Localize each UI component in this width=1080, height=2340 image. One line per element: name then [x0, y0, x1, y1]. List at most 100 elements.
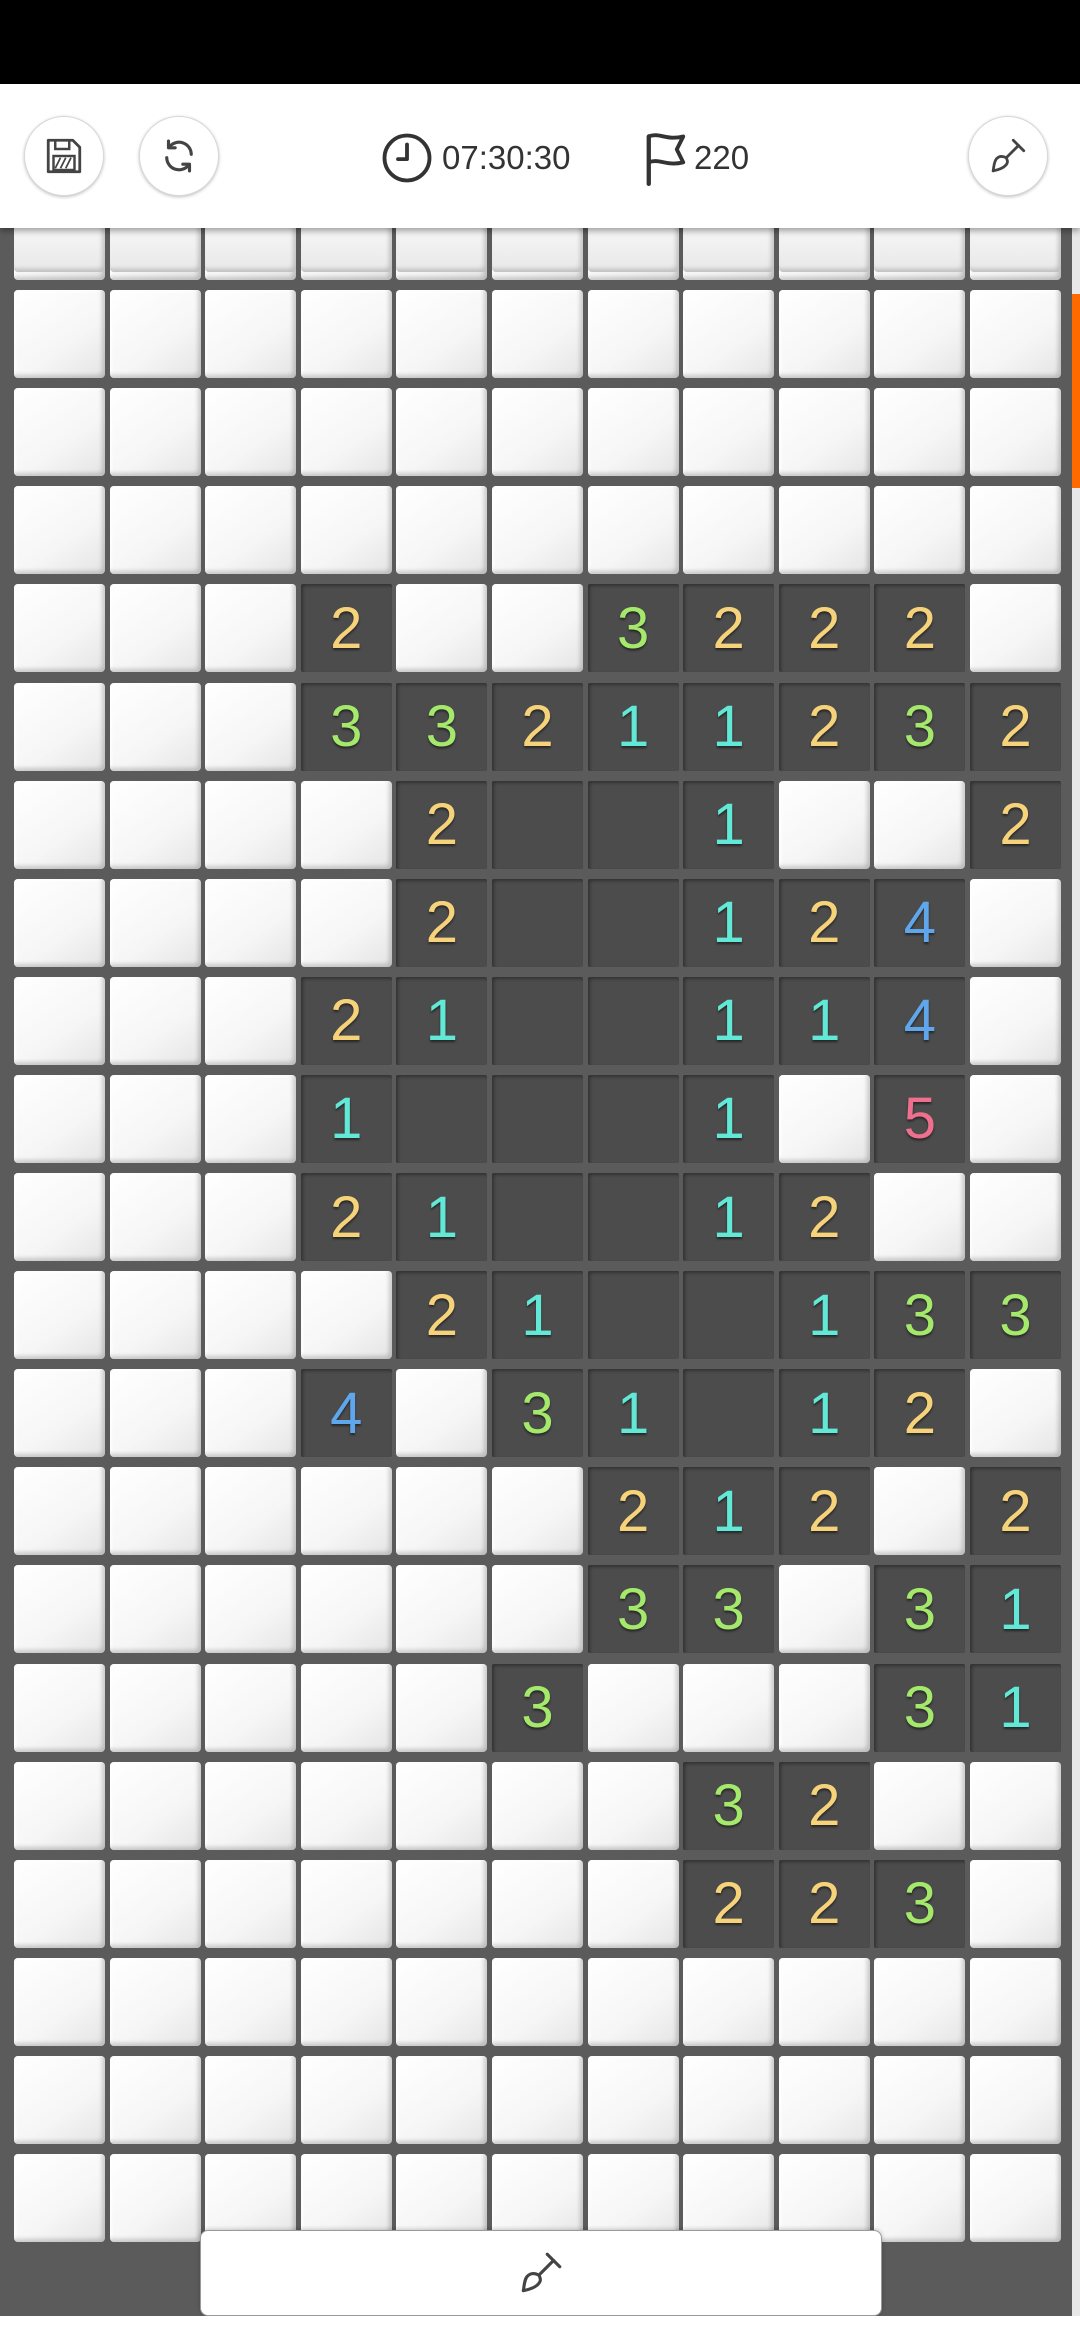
hidden-cell[interactable]	[300, 780, 392, 869]
board-cell[interactable]	[396, 228, 488, 272]
number-cell[interactable]: 1	[587, 1369, 679, 1458]
number-cell[interactable]: 3	[587, 1565, 679, 1654]
number-cell[interactable]: 5	[874, 1074, 966, 1163]
board-cell[interactable]	[109, 228, 201, 272]
hidden-cell[interactable]	[205, 682, 297, 771]
hidden-cell[interactable]	[205, 976, 297, 1065]
number-cell[interactable]: 3	[683, 1761, 775, 1850]
hidden-cell[interactable]	[587, 290, 679, 379]
number-cell[interactable]: 2	[683, 1859, 775, 1948]
hidden-cell[interactable]	[109, 2055, 201, 2144]
hidden-cell[interactable]	[396, 1859, 488, 1948]
number-cell[interactable]: 3	[874, 1663, 966, 1752]
hidden-cell[interactable]	[300, 486, 392, 575]
hidden-cell[interactable]	[396, 2055, 488, 2144]
hidden-cell[interactable]	[14, 1859, 105, 1948]
hidden-cell[interactable]	[205, 584, 297, 673]
hidden-cell[interactable]	[205, 1663, 297, 1752]
hidden-cell[interactable]	[874, 290, 966, 379]
hidden-cell[interactable]	[205, 1957, 297, 2046]
number-cell[interactable]: 2	[300, 584, 392, 673]
number-cell[interactable]: 2	[970, 780, 1061, 869]
hidden-cell[interactable]	[109, 388, 201, 477]
number-cell[interactable]: 2	[396, 878, 488, 967]
hidden-cell[interactable]	[683, 1957, 775, 2046]
number-cell[interactable]: 2	[778, 1859, 870, 1948]
hidden-cell[interactable]	[970, 388, 1061, 477]
hidden-cell[interactable]	[205, 1565, 297, 1654]
number-cell[interactable]: 1	[300, 1074, 392, 1163]
scrollbar-track[interactable]	[1072, 228, 1080, 2340]
number-cell[interactable]: 4	[874, 878, 966, 967]
number-cell[interactable]: 1	[683, 682, 775, 771]
hidden-cell[interactable]	[205, 2154, 297, 2242]
hidden-cell[interactable]	[492, 2055, 583, 2144]
hidden-cell[interactable]	[14, 1663, 105, 1752]
hidden-cell[interactable]	[109, 290, 201, 379]
hidden-cell[interactable]	[300, 388, 392, 477]
hidden-cell[interactable]	[683, 2154, 775, 2242]
hidden-cell[interactable]	[300, 1271, 392, 1360]
hidden-cell[interactable]	[778, 1074, 870, 1163]
hidden-cell[interactable]	[970, 486, 1061, 575]
number-cell[interactable]: 3	[492, 1369, 583, 1458]
board-cell[interactable]	[587, 228, 679, 272]
number-cell[interactable]: 3	[874, 1565, 966, 1654]
number-cell[interactable]: 1	[683, 878, 775, 967]
number-cell[interactable]: 2	[970, 1467, 1061, 1556]
hidden-cell[interactable]	[396, 1761, 488, 1850]
revealed-empty-cell[interactable]	[587, 780, 679, 869]
number-cell[interactable]: 2	[778, 584, 870, 673]
number-cell[interactable]: 2	[683, 584, 775, 673]
hidden-cell[interactable]	[109, 1761, 201, 1850]
revealed-empty-cell[interactable]	[587, 1074, 679, 1163]
dig-mode-bar[interactable]	[200, 2230, 882, 2316]
number-cell[interactable]: 1	[683, 976, 775, 1065]
number-cell[interactable]: 1	[970, 1663, 1061, 1752]
hidden-cell[interactable]	[587, 486, 679, 575]
hidden-cell[interactable]	[109, 1271, 201, 1360]
number-cell[interactable]: 2	[778, 1173, 870, 1261]
hidden-cell[interactable]	[492, 2154, 583, 2242]
number-cell[interactable]: 1	[396, 1173, 488, 1261]
revealed-empty-cell[interactable]	[683, 1271, 775, 1360]
number-cell[interactable]: 3	[492, 1663, 583, 1752]
revealed-empty-cell[interactable]	[492, 780, 583, 869]
hidden-cell[interactable]	[492, 290, 583, 379]
hidden-cell[interactable]	[300, 1859, 392, 1948]
number-cell[interactable]: 2	[778, 1761, 870, 1850]
revealed-empty-cell[interactable]	[587, 1271, 679, 1360]
hidden-cell[interactable]	[300, 1761, 392, 1850]
number-cell[interactable]: 1	[492, 1271, 583, 1360]
hidden-cell[interactable]	[14, 1957, 105, 2046]
hidden-cell[interactable]	[874, 388, 966, 477]
hidden-cell[interactable]	[587, 1663, 679, 1752]
number-cell[interactable]: 2	[778, 1467, 870, 1556]
number-cell[interactable]: 2	[778, 682, 870, 771]
hidden-cell[interactable]	[14, 1565, 105, 1654]
revealed-empty-cell[interactable]	[396, 1074, 488, 1163]
hidden-cell[interactable]	[492, 1859, 583, 1948]
number-cell[interactable]: 1	[683, 1074, 775, 1163]
number-cell[interactable]: 3	[874, 682, 966, 771]
hidden-cell[interactable]	[14, 1761, 105, 1850]
hidden-cell[interactable]	[205, 1369, 297, 1458]
number-cell[interactable]: 3	[970, 1271, 1061, 1360]
hidden-cell[interactable]	[874, 1467, 966, 1556]
hidden-cell[interactable]	[109, 2154, 201, 2242]
hidden-cell[interactable]	[14, 1369, 105, 1458]
number-cell[interactable]: 2	[396, 1271, 488, 1360]
revealed-empty-cell[interactable]	[587, 878, 679, 967]
hidden-cell[interactable]	[683, 2055, 775, 2144]
hidden-cell[interactable]	[492, 388, 583, 477]
number-cell[interactable]: 2	[874, 584, 966, 673]
revealed-empty-cell[interactable]	[587, 1173, 679, 1261]
hidden-cell[interactable]	[205, 290, 297, 379]
hidden-cell[interactable]	[300, 1663, 392, 1752]
hidden-cell[interactable]	[109, 584, 201, 673]
hidden-cell[interactable]	[970, 1074, 1061, 1163]
number-cell[interactable]: 1	[683, 780, 775, 869]
hidden-cell[interactable]	[205, 1271, 297, 1360]
hidden-cell[interactable]	[14, 486, 105, 575]
hidden-cell[interactable]	[587, 1859, 679, 1948]
